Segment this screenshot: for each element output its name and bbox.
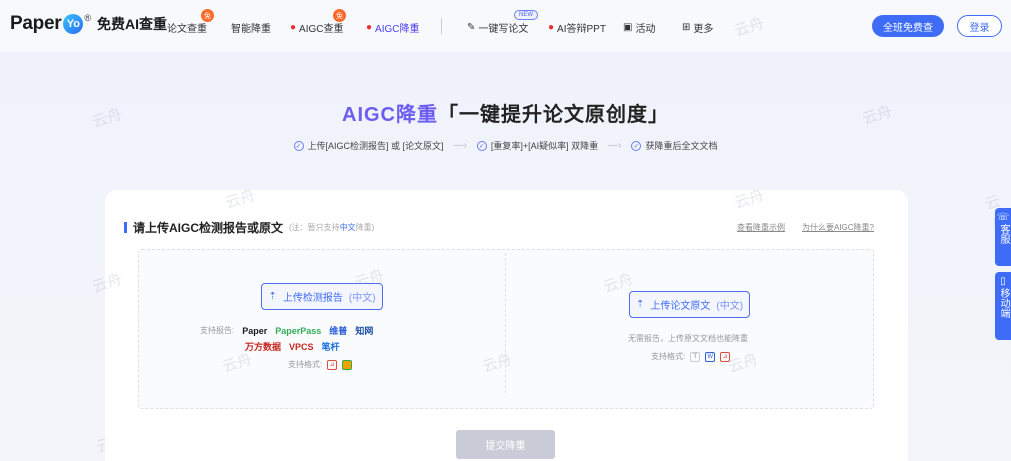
nav-ppt[interactable]: ● AI答辩PPT [548,20,606,35]
nav-label: 论文查重 [167,24,208,35]
step-download: ✓ 获降重后全文文档 [631,139,717,152]
arrow-right-icon: —› [453,140,467,151]
check-circle-icon: ✓ [293,140,304,151]
pdf-icon: ⊿ [720,351,731,362]
upload-label: 上传论文原文 [650,301,711,312]
new-badge: NEW [514,10,538,20]
brand-paperpass: PaperPass [275,325,322,336]
check-circle-icon: ✓ [631,140,642,151]
nav-divider [441,18,442,34]
step-label: [重复率]+[AI疑似率] 双降重 [490,141,599,151]
ai-write-icon: ✎ [467,22,476,33]
brand-wanfang: 万方数据 [245,342,282,352]
note-post: 降重) [355,223,375,232]
side-label: 客服 [998,224,1009,244]
side-label: 移动端 [998,288,1009,318]
flame-icon: ● [290,22,297,33]
nav-paper-check[interactable]: ⌕ 论文查重 [159,20,207,35]
brand-bigan: 笔杆 [321,342,340,352]
nav-smart-reduce[interactable]: 智能降重 [231,20,271,35]
pdf-icon: ⊿ [327,359,338,370]
nav-label: 一键写论文 [478,24,529,35]
txt-icon: T [690,351,701,362]
why-reduce-link[interactable]: 为什么要AIGC降重? [802,222,874,233]
left-formats: 支持格式: ⊿ [288,359,353,370]
free-badge: 免 [333,9,346,22]
step-label: 获降重后全文文档 [645,141,718,151]
free-badge: 免 [201,9,214,22]
submit-reduce-button[interactable]: 提交降重 [456,430,555,459]
format-label: 支持格式: [651,352,686,361]
title-rest: 「一键提升论文原创度」 [438,104,669,126]
calendar-icon: ▣ [623,22,633,33]
brand-paper: Paper [242,325,268,336]
top-header: Paper Yo ® 免费AI查重 ⌕ 论文查重 免 智能降重 ● AIGC查重… [0,0,1011,52]
nav-label: 更多 [693,24,714,35]
logo-subtitle: 免费AI查重 [96,16,167,32]
word-icon: W [705,351,716,362]
upload-icon: ⇡ [635,299,645,310]
grid-icon: ⊞ [682,22,691,33]
note-pre: (注：暂只支持 [289,223,340,232]
logo-mark-icon: Yo [63,14,84,34]
step-reduce: ✓ [重复率]+[AI疑似率] 双降重 [476,139,599,152]
supported-reports-row-1: 支持报告: Paper PaperPass 维普 知网 [200,324,373,337]
logo-text: Paper [10,13,62,34]
support-label: 支持报告: [200,326,235,335]
card-title-text: 请上传AIGC检测报告或原文 [133,221,284,235]
flame-icon: ● [366,22,373,33]
nav-label: AI答辩PPT [557,24,606,35]
image-icon [342,359,353,370]
nav-label: 活动 [635,24,656,35]
logo[interactable]: Paper Yo ® 免费AI查重 [10,13,167,35]
format-label: 支持格式: [288,360,323,369]
brand-vip: 维普 [329,326,348,336]
arrow-right-icon: —› [608,140,622,151]
nav-label: AIGC查重 [299,24,344,35]
card-title: 请上传AIGC检测报告或原文 (注：暂只支持中文降重) [124,219,374,236]
view-example-link[interactable]: 查看降重示例 [737,222,785,233]
nav-write-paper[interactable]: ✎ 一键写论文 [467,20,528,35]
title-accent-bar [124,222,127,233]
mobile-tab[interactable]: ▯ 移动端 [995,272,1011,340]
registered-mark: ® [84,13,91,23]
upload-muted: (中文) [716,301,744,312]
step-label: 上传[AIGC检测报告] 或 [论文原文] [307,141,444,151]
nav-aigc-check[interactable]: ● AIGC查重 [290,20,344,35]
class-free-check-button[interactable]: 全班免费查 [872,15,944,37]
right-formats: 支持格式: T W ⊿ [651,351,731,362]
no-report-hint: 无需报告，上传原文文档也能降重 [628,334,748,343]
card-note: (注：暂只支持中文降重) [289,222,374,233]
dropzone-divider [505,253,506,393]
login-button[interactable]: 登录 [957,15,1002,37]
upload-label: 上传检测报告 [282,293,343,304]
check-circle-icon: ✓ [476,140,487,151]
supported-reports-row-2: 万方数据 VPCS 笔杆 [245,340,340,353]
page-title: AIGC降重「一键提升论文原创度」 [0,98,1011,127]
document-search-icon: ⌕ [159,22,165,32]
customer-service-tab[interactable]: ☏ 客服 [995,208,1011,266]
upload-icon: ⇡ [268,291,277,302]
headset-icon: ☏ [996,212,1010,223]
flame-icon: ● [548,22,555,33]
step-upload: ✓ 上传[AIGC检测报告] 或 [论文原文] [293,139,444,152]
upload-report-button[interactable]: ⇡ 上传检测报告 (中文) [261,283,383,310]
process-steps: ✓ 上传[AIGC检测报告] 或 [论文原文] —› ✓ [重复率]+[AI疑似… [0,139,1011,152]
nav-activity[interactable]: ▣ 活动 [623,20,655,35]
note-em: 中文 [339,223,356,232]
nav-more[interactable]: ⊞ 更多 [682,20,713,35]
nav-aigc-reduce[interactable]: ● AIGC降重 [366,20,420,35]
brand-vpcs: VPCS [289,341,314,352]
upload-muted: (中文) [348,293,376,304]
nav-label: AIGC降重 [375,24,420,35]
brand-cnki: 知网 [355,326,374,336]
nav-label: 智能降重 [231,24,271,35]
title-highlight: AIGC降重 [342,104,438,126]
upload-original-button[interactable]: ⇡ 上传论文原文 (中文) [629,291,750,318]
phone-icon: ▯ [1000,276,1006,287]
